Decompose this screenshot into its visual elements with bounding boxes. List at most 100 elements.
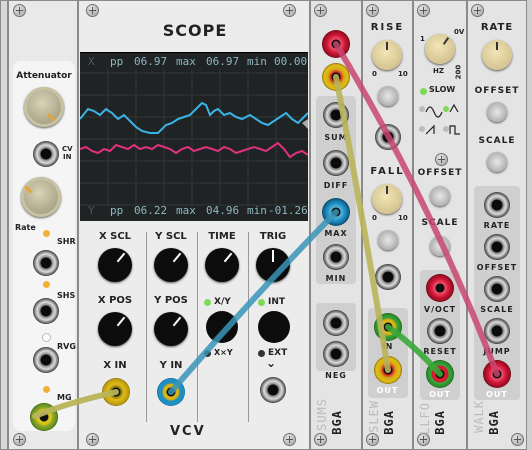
vcv-logo: VCV — [170, 424, 206, 439]
shr-led — [43, 230, 50, 237]
sums-in2-jack-plug[interactable] — [322, 63, 350, 91]
min-jack[interactable] — [323, 244, 349, 270]
y-pos-knob[interactable] — [154, 312, 188, 346]
int-led — [258, 299, 265, 306]
reset-jack[interactable] — [427, 318, 453, 344]
walk-offset-jack-label: OFFSET — [476, 263, 518, 272]
freq-knob[interactable] — [425, 34, 455, 64]
screw-icon — [367, 5, 378, 16]
time-knob[interactable] — [205, 248, 239, 282]
rvg-jack[interactable] — [33, 347, 59, 373]
freq-max-label: 200 — [454, 64, 463, 80]
waveform-selector[interactable] — [416, 100, 464, 140]
walk-rate-jack-label: RATE — [483, 221, 511, 230]
slow-led — [420, 88, 427, 95]
scope-display — [80, 52, 308, 221]
x-stats-row: X pp 06.97 max 06.97 min 00.00 — [82, 54, 308, 70]
slew-out-jack-plug[interactable] — [374, 356, 402, 384]
mg-label: MG — [57, 393, 72, 402]
xy-led — [204, 299, 211, 306]
neg-label: NEG — [325, 371, 347, 380]
rise-shape-knob[interactable] — [378, 86, 398, 106]
fall-max-label: 10 — [398, 214, 408, 222]
y-in-label: Y IN — [159, 360, 183, 371]
voct-jack-plug[interactable] — [426, 274, 454, 302]
walk-rate-jack[interactable] — [484, 192, 510, 218]
x-pp-value: 06.97 — [134, 55, 168, 68]
x-times-y-led — [204, 350, 211, 357]
trig-knob[interactable] — [256, 248, 290, 282]
x-scl-knob[interactable] — [98, 248, 132, 282]
trig-ext-jack[interactable] — [260, 377, 286, 403]
xy-mode-button[interactable] — [206, 311, 238, 343]
cv-in-jack[interactable] — [33, 141, 59, 167]
min-label: MIN — [325, 274, 347, 283]
shr-jack[interactable] — [33, 250, 59, 276]
walk-jump-jack[interactable] — [484, 318, 510, 344]
mg-jack-plug[interactable] — [30, 403, 58, 431]
rise-label: RISE — [370, 22, 405, 33]
diff-jack[interactable] — [323, 150, 349, 176]
chevron-down-icon: ⌄ — [266, 356, 277, 370]
rise-min-label: 0 — [372, 70, 377, 78]
diff-label: DIFF — [323, 181, 349, 190]
walk-jump-label: JUMP — [483, 347, 511, 356]
int-label: INT — [268, 297, 286, 307]
screw-icon — [472, 5, 483, 16]
walk-offset-jack[interactable] — [484, 234, 510, 260]
fall-cv-jack[interactable] — [375, 264, 401, 290]
screw-icon — [87, 5, 98, 16]
walk-rate-label: RATE — [480, 22, 514, 33]
x-pp-label: pp — [110, 55, 124, 68]
llfo-out-jack-plug[interactable] — [426, 360, 454, 388]
y-min-value: -01.26 — [268, 204, 308, 217]
slew-in-jack-plug[interactable] — [374, 313, 402, 341]
walk-offset-knob[interactable] — [487, 102, 507, 122]
walk-rate-knob[interactable] — [482, 40, 512, 70]
rise-knob[interactable] — [372, 40, 402, 70]
walk-scale-knob[interactable] — [487, 152, 507, 172]
walk-brand: BGA — [487, 410, 501, 435]
sums-in1-jack-plug[interactable] — [322, 30, 350, 58]
shs-led — [43, 281, 50, 288]
walk-scale-jack[interactable] — [484, 276, 510, 302]
llfo-name: LLFO — [418, 402, 432, 435]
shs-jack[interactable] — [33, 298, 59, 324]
scope-divider — [248, 232, 249, 422]
mg-led — [43, 386, 50, 393]
y-pp-value: 06.22 — [134, 204, 168, 217]
reset-label: RESET — [423, 347, 457, 356]
scale-knob[interactable] — [430, 236, 450, 256]
attenuator-knob[interactable] — [24, 87, 64, 127]
offset-knob[interactable] — [430, 186, 450, 206]
freq-unit-label: HZ — [433, 67, 444, 75]
fall-shape-knob[interactable] — [378, 230, 398, 250]
walk-scale-label: SCALE — [478, 136, 516, 146]
neg-out-jack[interactable] — [323, 341, 349, 367]
rate-knob[interactable] — [21, 177, 61, 217]
x-in-jack-plug[interactable] — [102, 378, 130, 406]
slow-label: SLOW — [429, 85, 456, 94]
sum-label: SUM — [324, 133, 348, 142]
neg-in-jack[interactable] — [323, 310, 349, 336]
fall-knob[interactable] — [372, 184, 402, 214]
max-jack-plug[interactable] — [322, 198, 350, 226]
trig-mode-button[interactable] — [258, 311, 290, 343]
trigger-marker — [302, 119, 308, 129]
time-label: TIME — [208, 231, 236, 242]
screw-icon — [315, 434, 326, 445]
rise-cv-jack[interactable] — [375, 124, 401, 150]
sum-jack[interactable] — [323, 102, 349, 128]
y-scl-knob[interactable] — [154, 248, 188, 282]
y-in-jack-plug[interactable] — [157, 378, 185, 406]
scope-title: SCOPE — [162, 21, 228, 40]
y-max-label: max — [176, 204, 196, 217]
x-axis-label: X — [88, 55, 95, 68]
walk-out-jack-plug[interactable] — [483, 360, 511, 388]
x-max-value: 06.97 — [206, 55, 240, 68]
ext-led — [258, 350, 265, 357]
screw-icon — [14, 434, 25, 445]
x-pos-knob[interactable] — [98, 312, 132, 346]
scope-divider — [197, 232, 198, 422]
y-pos-label: Y POS — [154, 295, 188, 306]
